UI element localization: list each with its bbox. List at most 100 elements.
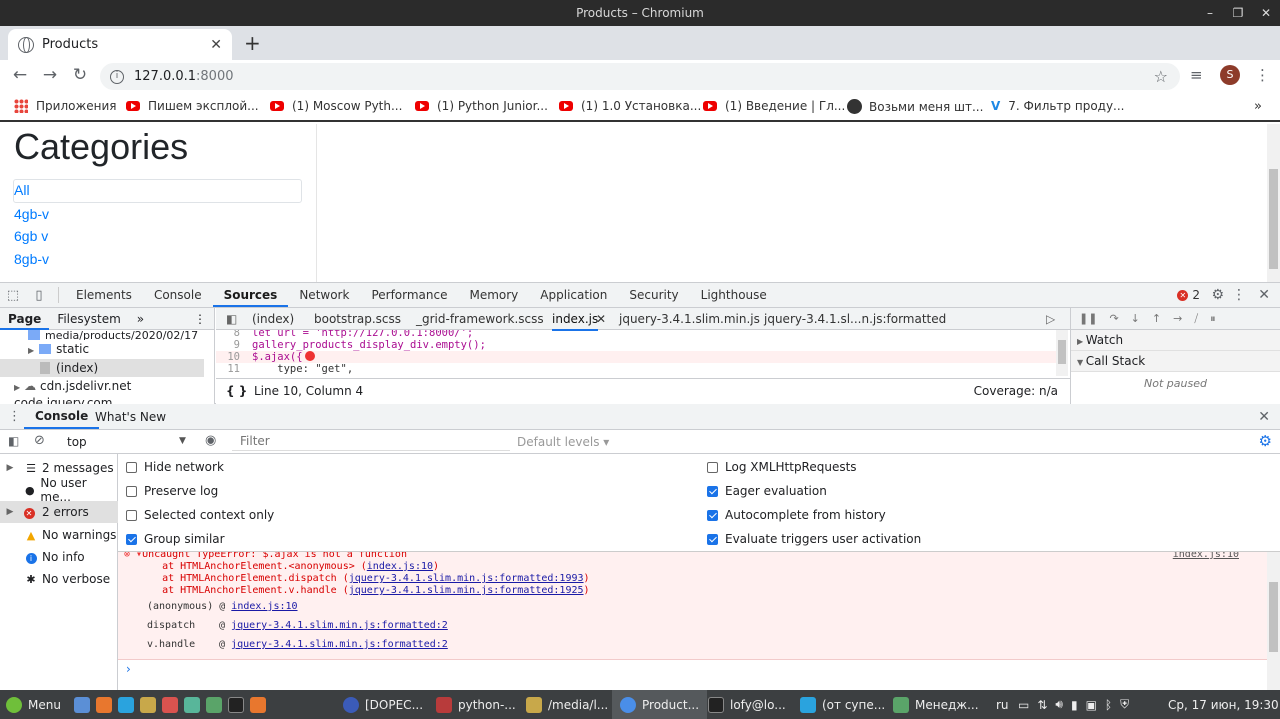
tree-item-cdn[interactable]: ▶ ☁ cdn.jsdelivr.net <box>14 379 131 393</box>
tab-security[interactable]: Security <box>618 283 689 307</box>
bookmark-star-icon[interactable]: ☆ <box>1154 67 1168 86</box>
nav-tab-page[interactable]: Page <box>0 308 50 330</box>
minimize-icon[interactable]: – <box>1196 0 1224 26</box>
bookmark-item[interactable]: Возьми меня шт... <box>847 99 983 114</box>
category-link[interactable]: 4gb-v <box>14 206 49 222</box>
tab-elements[interactable]: Elements <box>65 283 143 307</box>
show-sidebar-icon[interactable]: ◧ <box>8 434 19 448</box>
keyboard-layout[interactable]: ru <box>996 690 1009 719</box>
more-bookmarks-icon[interactable]: » <box>1254 99 1262 114</box>
console-scrollbar[interactable] <box>1267 552 1280 690</box>
editor-tab[interactable]: jquery-3.4.1.slim.min.js <box>619 312 760 326</box>
back-icon[interactable]: ← <box>5 65 35 85</box>
sidebar-item-warnings[interactable]: ▲ No warnings <box>0 524 118 546</box>
editor-tab-active[interactable]: index.js <box>552 312 599 331</box>
pause-exceptions-icon[interactable]: ⏸ <box>1210 312 1216 326</box>
context-select[interactable]: top <box>67 435 87 449</box>
bookmark-item[interactable]: Пишем эксплой... <box>126 99 259 113</box>
error-message[interactable]: ⊗ ▾Uncaught TypeError: $.ajax is not a f… <box>124 552 407 560</box>
tab-application[interactable]: Application <box>529 283 618 307</box>
pause-icon[interactable]: ❚❚ <box>1079 312 1097 325</box>
step-over-icon[interactable]: ↷ <box>1109 312 1118 325</box>
navigator-menu-icon[interactable]: ⋮ <box>186 312 214 326</box>
profile-avatar[interactable]: S <box>1220 65 1240 85</box>
tab-sources[interactable]: Sources <box>212 283 289 307</box>
editor-tab[interactable]: _grid-framework.scss <box>416 312 544 326</box>
checkbox-preserve-log[interactable]: Preserve log <box>126 484 218 498</box>
new-tab-button[interactable]: + <box>244 31 261 55</box>
eye-icon[interactable]: ◉ <box>205 433 216 448</box>
close-drawer-icon[interactable]: ✕ <box>1258 409 1270 425</box>
network-icon[interactable]: ⇅ <box>1037 698 1047 712</box>
drawer-tab-console[interactable]: Console <box>24 404 100 429</box>
task-item[interactable]: python-... <box>436 690 516 719</box>
page-scrollbar[interactable] <box>1267 124 1280 282</box>
step-into-icon[interactable]: ↓ <box>1131 312 1140 325</box>
checkbox-group-similar[interactable]: Group similar <box>126 532 225 546</box>
sidebar-item-verbose[interactable]: ✱ No verbose <box>0 568 118 590</box>
close-editor-tab-icon[interactable]: ✕ <box>596 312 606 326</box>
task-item[interactable]: (от супе... <box>800 690 885 719</box>
editor-tab[interactable]: (index) <box>252 312 294 326</box>
device-toolbar-icon[interactable]: ▯ <box>26 288 52 303</box>
media-icon[interactable]: ≡ <box>1190 66 1203 84</box>
tree-item[interactable]: code.jquery.com <box>14 396 112 404</box>
bookmark-apps[interactable]: Приложения <box>14 99 117 113</box>
frame-link[interactable]: index.js:10 <box>231 601 297 612</box>
error-source-link[interactable]: index.js:10 <box>1173 552 1239 560</box>
sidebar-item-info[interactable]: i No info <box>0 546 118 568</box>
chevron-down-icon[interactable]: ▼ <box>179 436 186 446</box>
maximize-icon[interactable]: ❐ <box>1224 0 1252 26</box>
sidebar-item-user-messages[interactable]: ● No user me... <box>0 476 118 504</box>
checkbox-evaluate-triggers[interactable]: Evaluate triggers user activation <box>707 532 921 546</box>
tree-item-index[interactable]: (index) <box>0 359 204 377</box>
toggle-debugger-icon[interactable]: ▷ <box>1046 312 1055 326</box>
stack-link[interactable]: index.js:10 <box>367 561 433 572</box>
more-tabs-icon[interactable]: » <box>129 312 152 326</box>
task-item[interactable]: Менедж... <box>893 690 979 719</box>
tab-lighthouse[interactable]: Lighthouse <box>690 283 778 307</box>
clear-console-icon[interactable]: ⊘ <box>34 433 45 448</box>
address-bar[interactable]: i 127.0.0.1:8000 ☆ <box>100 63 1180 90</box>
checkbox-eager-evaluation[interactable]: Eager evaluation <box>707 484 827 498</box>
bookmark-item[interactable]: (1) Python Junior... <box>415 99 548 113</box>
stack-link[interactable]: jquery-3.4.1.slim.min.js:formatted:1925 <box>349 585 584 596</box>
step-out-icon[interactable]: ↑ <box>1152 312 1161 325</box>
close-window-icon[interactable]: ✕ <box>1252 0 1280 26</box>
console-filter-input[interactable] <box>232 432 510 451</box>
bookmark-item[interactable]: (1) 1.0 Установка... <box>559 99 701 113</box>
tab-network[interactable]: Network <box>288 283 360 307</box>
task-item[interactable]: /media/l... <box>526 690 608 719</box>
error-count-badge[interactable]: ✕ 2 <box>1177 288 1200 302</box>
stack-link[interactable]: jquery-3.4.1.slim.min.js:formatted:1993 <box>349 573 584 584</box>
category-link-all[interactable]: All <box>14 182 30 198</box>
drawer-menu-icon[interactable]: ⋮ <box>8 409 21 424</box>
frame-link[interactable]: jquery-3.4.1.slim.min.js:formatted:2 <box>231 639 448 650</box>
editor-tab[interactable]: bootstrap.scss <box>314 312 401 326</box>
tree-item-static[interactable]: ▶ static <box>28 342 89 356</box>
volume-icon[interactable]: 🔊︎ <box>1055 697 1063 712</box>
frame-link[interactable]: jquery-3.4.1.slim.min.js:formatted:2 <box>231 620 448 631</box>
category-link[interactable]: 6gb v <box>14 228 48 244</box>
bookmark-item[interactable]: (1) Moscow Pyth... <box>270 99 402 113</box>
editor-tab[interactable]: jquery-3.4.1.sl...n.js:formatted <box>764 312 946 326</box>
code-view[interactable]: 8 let url = 'http://127.0.0.1:8000/'; 9 ga… <box>216 330 1056 376</box>
nav-tab-filesystem[interactable]: Filesystem <box>49 312 128 326</box>
tab-performance[interactable]: Performance <box>360 283 458 307</box>
display-icon[interactable]: ▣ <box>1086 698 1097 712</box>
tab-console[interactable]: Console <box>143 283 213 307</box>
menu-dots-icon[interactable]: ⋮ <box>1255 66 1270 84</box>
pretty-print-icon[interactable]: { } <box>226 384 247 398</box>
checkbox-autocomplete[interactable]: Autocomplete from history <box>707 508 886 522</box>
clock[interactable]: Ср, 17 июн, 19:30 <box>1168 690 1279 719</box>
task-item-active[interactable]: Product... <box>612 690 708 719</box>
bookmark-item[interactable]: V 7. Фильтр проду... <box>991 99 1125 113</box>
update-shield-icon[interactable]: ⛨ <box>1120 697 1129 712</box>
log-levels-select[interactable]: Default levels ▾ <box>517 435 609 449</box>
info-icon[interactable]: i <box>110 69 124 84</box>
reload-icon[interactable]: ↻ <box>65 65 95 85</box>
category-link[interactable]: 8gb-v <box>14 251 49 267</box>
settings-gear-icon[interactable]: ⚙ <box>1211 287 1224 303</box>
tray-icon[interactable]: ▭ <box>1018 698 1029 712</box>
launcher-icons[interactable] <box>74 690 272 719</box>
